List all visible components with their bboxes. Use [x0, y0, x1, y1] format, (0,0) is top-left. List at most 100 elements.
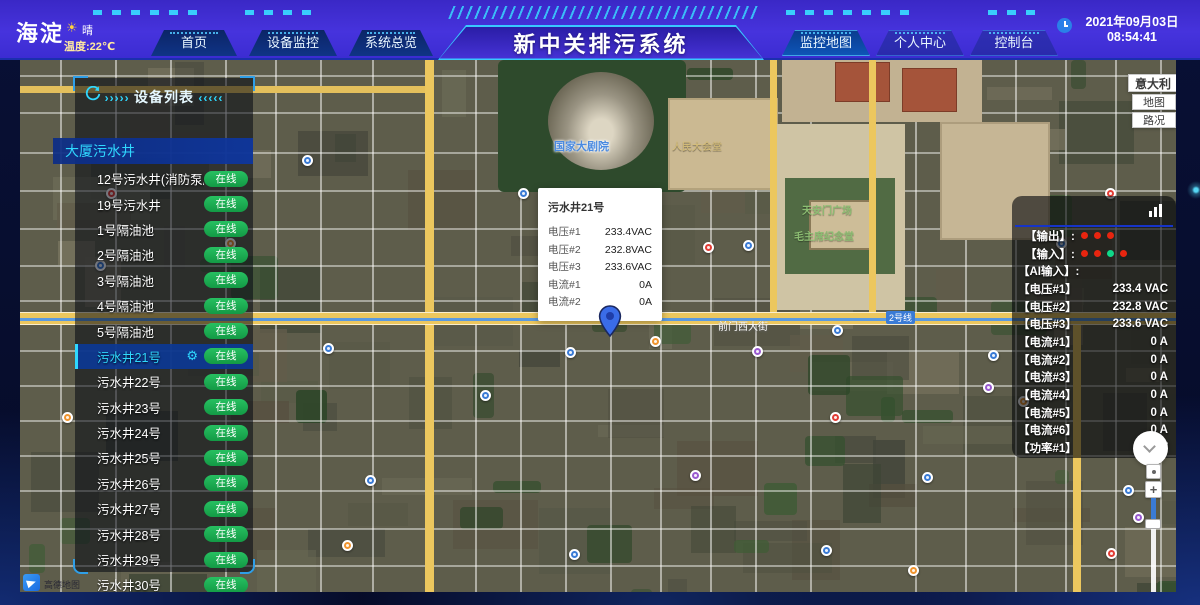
map-poi-marker[interactable] [752, 346, 763, 357]
zoom-slider-handle[interactable] [1145, 519, 1161, 529]
map-pin-icon[interactable] [598, 305, 622, 337]
telemetry-value: 0 A [1151, 389, 1168, 401]
map-poi-marker[interactable] [1106, 548, 1117, 559]
telemetry-metric-row: 【电压#3】233.6 VAC [1012, 315, 1176, 333]
device-list-panel: 设备列表 大厦污水井 12号污水井(消防泵房)在线19号污水井在线1号隔油池在线… [75, 78, 253, 572]
telemetry-value: 233.4 VAC [1113, 283, 1168, 295]
map-poi-marker[interactable] [830, 412, 841, 423]
telemetry-metric-row: 【电流#3】0 A [1012, 369, 1176, 387]
map-poi-marker[interactable] [518, 188, 529, 199]
map-poi-marker[interactable] [1133, 512, 1144, 523]
map-poi-marker[interactable] [988, 350, 999, 361]
telemetry-value: 232.8 VAC [1113, 301, 1168, 313]
popup-title: 污水井21号 [548, 199, 652, 215]
device-list-item[interactable]: 污水井22号在线 [75, 369, 253, 394]
map-poi-marker[interactable] [832, 325, 843, 336]
map-poi-marker[interactable] [569, 549, 580, 560]
locate-button[interactable] [1146, 464, 1161, 479]
status-badge: 在线 [204, 425, 248, 441]
map-poi-marker[interactable] [565, 347, 576, 358]
map-poi-marker[interactable] [1123, 485, 1134, 496]
map-layer-chip-satellite[interactable]: 意大利 [1128, 74, 1176, 92]
nav-device-monitor-button[interactable]: 设备监控 [249, 30, 337, 56]
device-list-item[interactable]: 3号隔油池在线 [75, 268, 253, 293]
device-list-item[interactable]: 污水井24号在线 [75, 420, 253, 445]
device-list-item[interactable]: 5号隔油池在线 [75, 318, 253, 343]
map-poi-marker[interactable] [690, 470, 701, 481]
device-name: 污水井21号 [97, 347, 186, 366]
map-layer-chip-map[interactable]: 地图 [1132, 94, 1176, 110]
map-green-patch [764, 483, 797, 515]
sun-icon: ☀ [66, 20, 78, 36]
amap-logo-icon[interactable] [23, 574, 40, 591]
device-list-item[interactable]: 4号隔油池在线 [75, 293, 253, 318]
device-list-item[interactable]: 污水井21号⚙在线 [75, 344, 253, 369]
map-poi-marker[interactable] [365, 475, 376, 486]
telemetry-metric-row: 【电流#4】0 A [1012, 386, 1176, 404]
telemetry-label: 【电压#1】 [1018, 281, 1077, 297]
device-list-item[interactable]: 污水井30号在线 [75, 572, 253, 592]
gear-icon[interactable]: ⚙ [186, 349, 198, 364]
device-group-header[interactable]: 大厦污水井 [53, 138, 253, 164]
nav-home-button[interactable]: 首页 [151, 30, 237, 56]
device-list-item[interactable]: 污水井23号在线 [75, 395, 253, 420]
map-poi-marker[interactable] [703, 242, 714, 253]
map-poi-marker[interactable] [922, 472, 933, 483]
map-poi-marker[interactable] [302, 155, 313, 166]
device-list-item[interactable]: 1号隔油池在线 [75, 217, 253, 242]
telemetry-metric-row: 【电流#2】0 A [1012, 351, 1176, 369]
map-green-patch [734, 540, 769, 553]
map-poi-marker[interactable] [983, 382, 994, 393]
popup-metric-label: 电压#1 [548, 224, 581, 242]
device-name: 污水井25号 [97, 448, 204, 467]
device-list-item[interactable]: 污水井25号在线 [75, 445, 253, 470]
popup-metric-label: 电流#2 [548, 294, 581, 312]
device-list-item[interactable]: 19号污水井在线 [75, 191, 253, 216]
map-canvas[interactable]: 国家大剧院人民大会堂天安门广场毛主席纪念堂前门西大街2号线 设备列表 大厦污水井… [20, 60, 1176, 592]
nav-system-overview-button[interactable]: 系统总览 [349, 30, 433, 56]
telemetry-value: 0 A [1151, 354, 1168, 366]
map-poi-marker[interactable] [323, 343, 334, 354]
nav-console-button[interactable]: 控制台 [970, 30, 1058, 56]
map-block [519, 350, 560, 367]
bar-chart-icon[interactable] [1149, 204, 1166, 217]
status-badge: 在线 [204, 450, 248, 466]
weather-condition: 晴 [82, 22, 93, 38]
device-list-item[interactable]: 污水井29号在线 [75, 547, 253, 572]
map-poi-marker[interactable] [480, 390, 491, 401]
status-badge: 在线 [204, 272, 248, 288]
device-list-item[interactable]: 污水井27号在线 [75, 496, 253, 521]
telemetry-metric-row: 【电流#1】0 A [1012, 333, 1176, 351]
nav-monitor-map-button[interactable]: 监控地图 [782, 30, 870, 56]
decor-dashes [988, 10, 1044, 15]
map-poi-marker[interactable] [342, 540, 353, 551]
device-list-item[interactable]: 2号隔油池在线 [75, 242, 253, 267]
map-poi-marker[interactable] [743, 240, 754, 251]
map-block [923, 426, 1014, 444]
map-block [843, 464, 881, 523]
map-layer-chip-traffic[interactable]: 路况 [1132, 112, 1176, 128]
map-street [275, 60, 277, 592]
popup-metric-value: 0A [639, 277, 652, 295]
device-list-item[interactable]: 污水井28号在线 [75, 521, 253, 546]
map-block [852, 336, 909, 380]
popup-metric-label: 电压#2 [548, 242, 581, 260]
device-list-item[interactable]: 污水井26号在线 [75, 471, 253, 496]
map-block [668, 579, 687, 592]
app-title: 新中关排污系统 [440, 27, 763, 59]
panel-collapse-button[interactable] [1133, 431, 1168, 466]
map-palace-building [835, 62, 890, 102]
map-poi-marker[interactable] [650, 336, 661, 347]
map-poi-marker[interactable] [62, 412, 73, 423]
device-list-item[interactable]: 12号污水井(消防泵房)在线 [75, 166, 253, 191]
nav-personal-center-button[interactable]: 个人中心 [876, 30, 964, 56]
top-header: 海淀 ☀ 晴 温度:22℃ 首页 设备监控 系统总览 新中关排污系统 监控地图 … [0, 0, 1200, 60]
region-label: 海淀 [16, 16, 64, 48]
device-name: 19号污水井 [97, 195, 204, 214]
datetime: 2021年09月03日 08:54:41 [1076, 15, 1188, 45]
zoom-in-button[interactable]: + [1145, 481, 1162, 498]
map-poi-marker[interactable] [908, 565, 919, 576]
telemetry-status-row: 【输出】: [1012, 227, 1176, 245]
map-poi-marker[interactable] [821, 545, 832, 556]
status-dot-icon [1107, 232, 1114, 239]
